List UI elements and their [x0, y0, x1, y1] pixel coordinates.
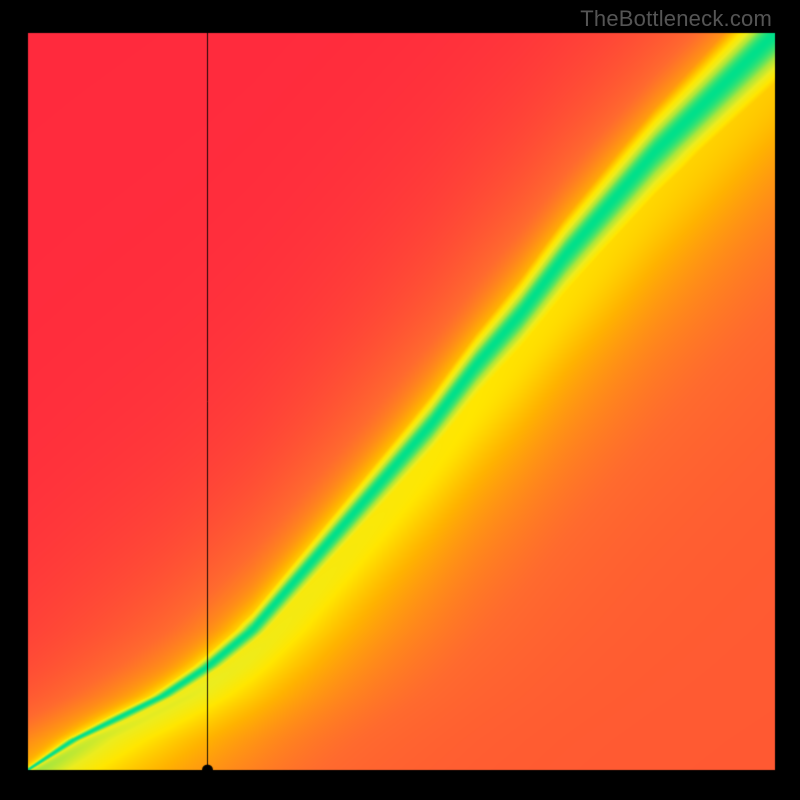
- watermark-text: TheBottleneck.com: [580, 6, 772, 32]
- chart-root: TheBottleneck.com: [0, 0, 800, 800]
- heatmap-canvas: [0, 0, 800, 800]
